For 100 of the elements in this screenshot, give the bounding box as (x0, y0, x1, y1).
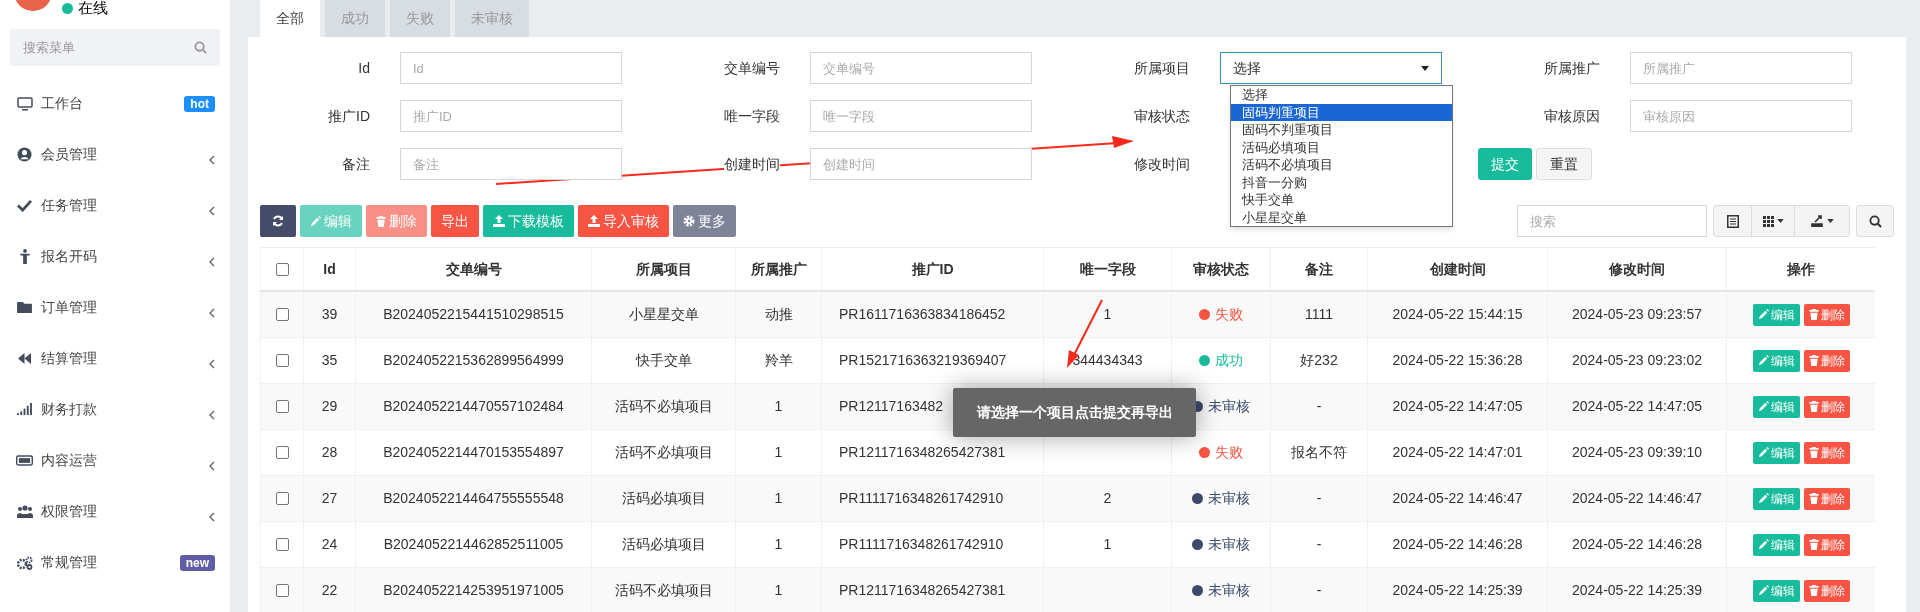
trash-icon (1808, 539, 1819, 550)
row-checkbox[interactable] (275, 400, 289, 413)
table-cell-text: 活码不必填项目 (614, 581, 713, 600)
input-field[interactable]: Id (400, 52, 622, 84)
dropdown-option[interactable]: 选择 (1231, 86, 1452, 104)
delete-button[interactable]: 删除 (1803, 487, 1850, 510)
pencil-icon (1757, 585, 1769, 596)
delete-button[interactable]: 删除 (1803, 579, 1850, 602)
edit-button[interactable]: 编辑 (1752, 441, 1800, 464)
search-button[interactable] (1856, 205, 1894, 237)
tab[interactable]: 全部 (260, 0, 320, 37)
submit-button[interactable]: 提交 (1478, 148, 1532, 180)
table-cell-text: B2024052214253951971005 (383, 581, 564, 600)
dropdown-option[interactable]: 活码必填项目 (1231, 138, 1452, 156)
check-icon (17, 199, 32, 212)
status-label: 失败 (1215, 443, 1243, 462)
table-cell-text: 27 (321, 489, 338, 508)
dropdown-option[interactable]: 活码不必填项目 (1231, 156, 1452, 174)
project-select[interactable]: 选择 (1220, 52, 1442, 84)
import-button[interactable]: 导入审核 (578, 205, 669, 237)
input-field[interactable]: 备注 (400, 148, 622, 180)
table-cell-text: B2024052215362899564999 (383, 351, 564, 370)
table-search-field[interactable]: 搜索 (1517, 205, 1707, 237)
sidebar-item[interactable]: 权限管理 (0, 486, 230, 537)
dropdown-option[interactable]: 小星星交单 (1231, 208, 1452, 226)
search-icon (1868, 214, 1882, 228)
sidebar-item[interactable]: 订单管理 (0, 282, 230, 333)
caret-icon (1421, 65, 1429, 71)
trash-icon (1808, 585, 1819, 596)
signal-bars-icon (17, 403, 32, 416)
rewind-icon (17, 352, 32, 365)
row-checkbox[interactable] (275, 308, 289, 321)
sidebar-item[interactable]: 常规管理 new (0, 537, 230, 588)
users-icon (16, 504, 33, 519)
sidebar-item[interactable]: 任务管理 (0, 180, 230, 231)
table-cell-text: 2024-05-22 14:25:39 (1572, 581, 1702, 600)
grid-icon (1762, 215, 1774, 227)
input-field[interactable]: 交单编号 (810, 52, 1032, 84)
table-cell-text: 1 (1103, 535, 1112, 554)
edit-button[interactable]: 编辑 (1752, 303, 1800, 326)
status-label: 未审核 (1208, 581, 1250, 600)
row-checkbox[interactable] (275, 584, 289, 597)
table-cell-text: 1111 (1305, 305, 1333, 324)
folder-icon (17, 301, 32, 314)
trash-icon (376, 215, 386, 227)
row-checkbox[interactable] (275, 354, 289, 367)
sidebar-item[interactable]: 会员管理 (0, 129, 230, 180)
trash-icon (1808, 355, 1819, 366)
menu-search-field[interactable]: 搜索菜单 (10, 29, 220, 66)
dropdown-option[interactable]: 快手交单 (1231, 191, 1452, 209)
delete-button[interactable]: 删除 (1803, 395, 1850, 418)
search-icon (194, 41, 207, 54)
tab[interactable]: 成功 (325, 0, 385, 37)
tab[interactable]: 失败 (390, 0, 450, 37)
delete-button[interactable]: 删除 (1803, 533, 1850, 556)
trash-icon (1808, 401, 1819, 412)
sidebar-item[interactable]: 报名开码 (0, 231, 230, 282)
row-checkbox[interactable] (275, 446, 289, 459)
table-cell-text: PR1611716363834186452 (839, 305, 1006, 324)
row-checkbox[interactable] (275, 538, 289, 551)
input-field[interactable]: 推广ID (400, 100, 622, 132)
row-checkbox[interactable] (275, 262, 289, 276)
reset-button[interactable]: 重置 (1536, 148, 1592, 180)
dropdown-option[interactable]: 固码不判重项目 (1231, 121, 1452, 139)
sidebar-item[interactable]: 结算管理 (0, 333, 230, 384)
refresh-button[interactable] (260, 205, 296, 237)
delete-button[interactable]: 删除 (1803, 349, 1850, 372)
table-cell-text: 快手交单 (635, 351, 692, 370)
table-cell-text: B2024052214470153554897 (383, 443, 564, 462)
upload-icon (588, 215, 600, 227)
download-button[interactable]: 下载模板 (483, 205, 574, 237)
dropdown-option[interactable]: 固码判重项目 (1231, 103, 1452, 121)
table-cell-text: 29 (321, 397, 338, 416)
input-field[interactable]: 审核原因 (1630, 100, 1852, 132)
sidebar-item[interactable]: 内容运营 (0, 435, 230, 486)
tab[interactable]: 未审核 (455, 0, 529, 37)
table-cell-text: 22 (321, 581, 338, 600)
delete-button[interactable]: 删除 (1803, 303, 1850, 326)
table-cell-text: - (1316, 535, 1322, 554)
edit-button[interactable]: 编辑 (1752, 579, 1800, 602)
status-label: 失败 (1215, 305, 1243, 324)
table-cell-text: PR1111716348261742910 (839, 535, 1004, 554)
table-cell-text: 报名不符 (1291, 443, 1347, 462)
sidebar-item[interactable]: 工作台 hot (0, 78, 230, 129)
dropdown-option[interactable]: 抖音一分购 (1231, 173, 1452, 191)
list-icon (1726, 214, 1739, 228)
edit-button[interactable]: 编辑 (1752, 395, 1800, 418)
edit-button[interactable]: 编辑 (1752, 487, 1800, 510)
table-cell-text: 2024-05-22 14:46:28 (1572, 535, 1702, 554)
export-button[interactable]: 导出 (431, 205, 479, 237)
edit-button[interactable]: 编辑 (1752, 349, 1800, 372)
sidebar-item[interactable]: 财务打款 (0, 384, 230, 435)
table-cell-text: - (1316, 581, 1322, 600)
more-button[interactable]: 更多 (673, 205, 736, 237)
input-field[interactable]: 创建时间 (810, 148, 1032, 180)
monitor-icon (16, 96, 33, 111)
row-checkbox[interactable] (275, 492, 289, 505)
edit-button[interactable]: 编辑 (1752, 533, 1800, 556)
delete-button[interactable]: 删除 (1803, 441, 1850, 464)
input-field[interactable]: 所属推广 (1630, 52, 1852, 84)
